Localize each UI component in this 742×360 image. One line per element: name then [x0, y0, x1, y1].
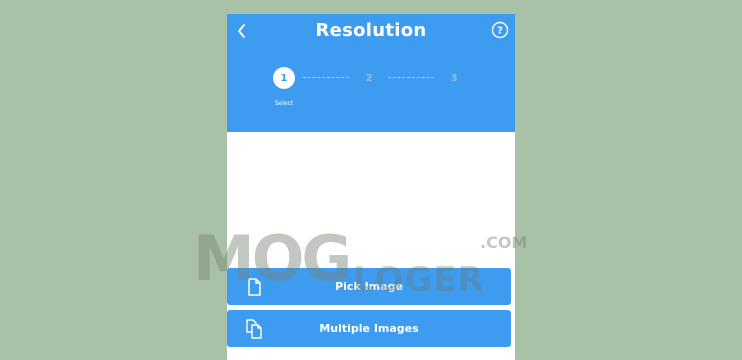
step-3-indicator: 3 — [450, 72, 458, 84]
preview-area — [227, 140, 515, 266]
step-connector — [388, 77, 434, 78]
step-connector — [303, 77, 349, 78]
step-1-indicator: 1 — [273, 67, 295, 89]
step-2-indicator: 2 — [365, 72, 373, 84]
multiple-images-button[interactable]: Multiple Images — [227, 310, 511, 347]
chevron-left-icon — [238, 24, 245, 38]
header-wave — [227, 110, 515, 130]
pick-image-button[interactable]: Pick Image — [227, 268, 511, 305]
help-circle-icon[interactable]: ? — [491, 21, 509, 39]
back-button[interactable] — [231, 20, 253, 42]
app-screen: Resolution ? 1 2 3 Select Pick Image Mul… — [227, 14, 515, 360]
step-1-label: Select — [274, 100, 294, 107]
multiple-images-label: Multiple Images — [319, 322, 419, 335]
svg-text:?: ? — [497, 26, 503, 37]
pick-image-label: Pick Image — [335, 280, 403, 293]
